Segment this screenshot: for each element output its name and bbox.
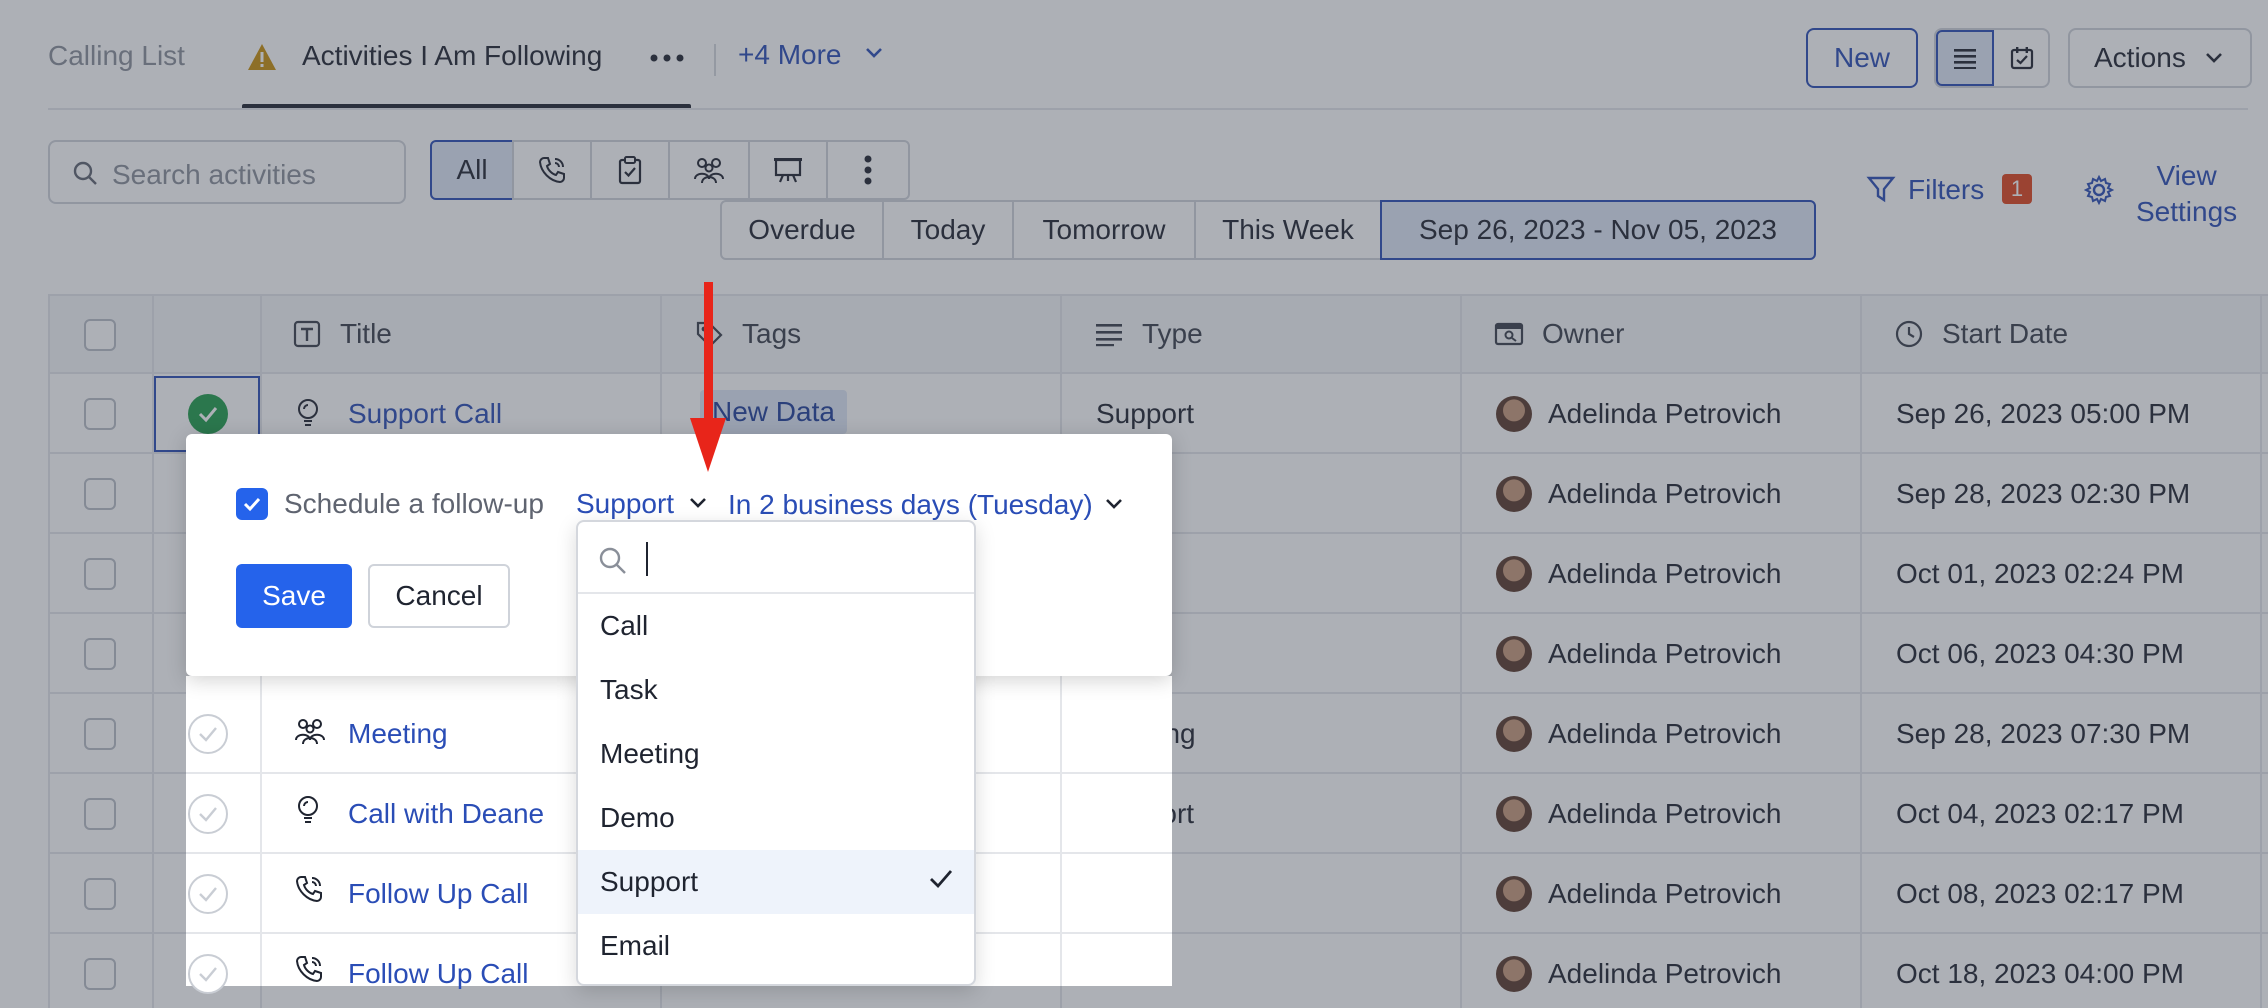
dropdown-option-call[interactable]: Call xyxy=(578,594,974,658)
annotation-arrow-icon xyxy=(690,282,726,472)
call-icon xyxy=(294,954,324,984)
bulb-icon xyxy=(294,794,322,826)
dropdown-option-demo[interactable]: Demo xyxy=(578,786,974,850)
complete-circle-icon[interactable] xyxy=(188,714,228,754)
dropdown-option-email[interactable]: Email xyxy=(578,914,974,978)
chevron-down-icon[interactable] xyxy=(688,496,708,510)
search-icon xyxy=(599,547,626,574)
follow-up-type-select[interactable]: Support xyxy=(576,488,674,520)
schedule-follow-up-checkbox[interactable] xyxy=(236,488,268,520)
save-button[interactable]: Save xyxy=(236,564,352,628)
cancel-button[interactable]: Cancel xyxy=(368,564,510,628)
chevron-down-icon[interactable] xyxy=(1104,497,1124,511)
complete-circle-icon[interactable] xyxy=(188,954,228,994)
dropdown-option-support[interactable]: Support xyxy=(578,850,974,914)
call-icon xyxy=(294,874,324,904)
follow-up-when-select[interactable]: In 2 business days (Tuesday) xyxy=(728,489,1093,521)
complete-circle-icon[interactable] xyxy=(188,794,228,834)
activity-title-link[interactable]: Follow Up Call xyxy=(348,958,529,990)
checkmark-icon xyxy=(930,870,953,889)
schedule-follow-up-label: Schedule a follow-up xyxy=(284,488,544,519)
activity-title-link[interactable]: Meeting xyxy=(348,718,448,750)
dropdown-option-meeting[interactable]: Meeting xyxy=(578,722,974,786)
dropdown-search-input[interactable] xyxy=(642,534,962,584)
activity-title-link[interactable]: Follow Up Call xyxy=(348,878,529,910)
dropdown-option-task[interactable]: Task xyxy=(578,658,974,722)
activity-title-link[interactable]: Call with Deane xyxy=(348,798,544,830)
meeting-icon xyxy=(294,716,326,746)
complete-circle-icon[interactable] xyxy=(188,874,228,914)
type-dropdown-menu: Call Task Meeting Demo Support Email xyxy=(576,520,976,986)
